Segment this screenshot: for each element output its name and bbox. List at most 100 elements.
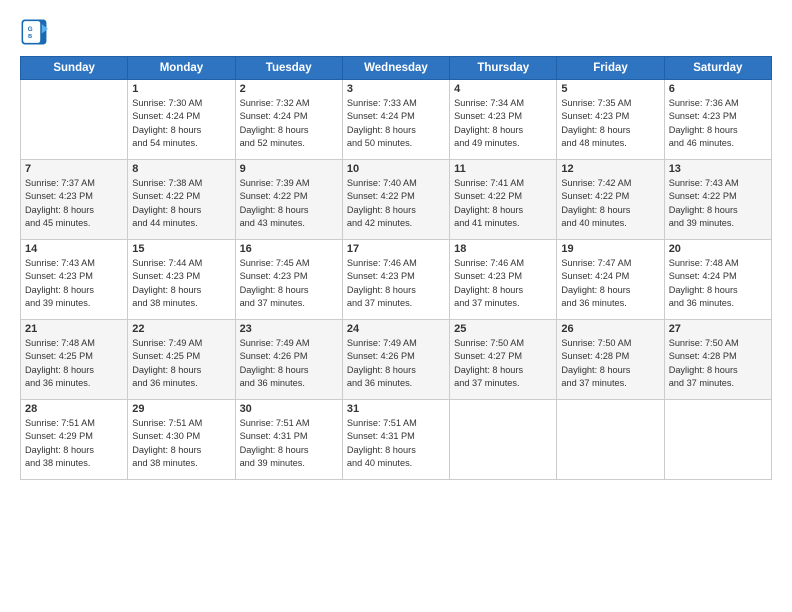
- calendar-cell: 2 Sunrise: 7:32 AMSunset: 4:24 PMDaylight…: [235, 80, 342, 160]
- day-number: 18: [454, 243, 552, 255]
- day-info: Sunrise: 7:35 AMSunset: 4:23 PMDaylight:…: [561, 97, 659, 150]
- day-number: 22: [132, 323, 230, 335]
- day-info: Sunrise: 7:32 AMSunset: 4:24 PMDaylight:…: [240, 97, 338, 150]
- calendar-cell: 19Sunrise: 7:47 AMSunset: 4:24 PMDayligh…: [557, 240, 664, 320]
- calendar-cell: 22 Sunrise: 7:49 AMSunset: 4:25 PMDayligh…: [128, 320, 235, 400]
- header-day: Saturday: [664, 57, 771, 80]
- day-number: 2: [240, 83, 338, 95]
- day-info: Sunrise: 7:51 AMSunset: 4:31 PMDaylight:…: [240, 417, 338, 470]
- day-number: 1: [132, 83, 230, 95]
- page: G B SundayMondayTuesdayWednesdayThursday…: [0, 0, 792, 612]
- day-info: Sunrise: 7:33 AMSunset: 4:24 PMDaylight:…: [347, 97, 445, 150]
- calendar-body: 1 Sunrise: 7:30 AMSunset: 4:24 PMDaylight…: [21, 80, 772, 480]
- calendar-cell: [450, 400, 557, 480]
- calendar-cell: [664, 400, 771, 480]
- day-number: 14: [25, 243, 123, 255]
- calendar-cell: 11Sunrise: 7:41 AMSunset: 4:22 PMDayligh…: [450, 160, 557, 240]
- calendar-cell: 1 Sunrise: 7:30 AMSunset: 4:24 PMDaylight…: [128, 80, 235, 160]
- logo: G B: [20, 18, 52, 46]
- calendar-cell: 4Sunrise: 7:34 AMSunset: 4:23 PMDaylight…: [450, 80, 557, 160]
- calendar-cell: 10Sunrise: 7:40 AMSunset: 4:22 PMDayligh…: [342, 160, 449, 240]
- day-number: 28: [25, 403, 123, 415]
- day-info: Sunrise: 7:41 AMSunset: 4:22 PMDaylight:…: [454, 177, 552, 230]
- day-info: Sunrise: 7:37 AMSunset: 4:23 PMDaylight:…: [25, 177, 123, 230]
- calendar-week: 21Sunrise: 7:48 AMSunset: 4:25 PMDayligh…: [21, 320, 772, 400]
- day-info: Sunrise: 7:38 AMSunset: 4:22 PMDaylight:…: [132, 177, 230, 230]
- calendar-week: 7 Sunrise: 7:37 AMSunset: 4:23 PMDaylight…: [21, 160, 772, 240]
- calendar-cell: 21Sunrise: 7:48 AMSunset: 4:25 PMDayligh…: [21, 320, 128, 400]
- day-info: Sunrise: 7:42 AMSunset: 4:22 PMDaylight:…: [561, 177, 659, 230]
- day-number: 21: [25, 323, 123, 335]
- day-info: Sunrise: 7:49 AMSunset: 4:26 PMDaylight:…: [240, 337, 338, 390]
- calendar-cell: 15 Sunrise: 7:44 AMSunset: 4:23 PMDayligh…: [128, 240, 235, 320]
- calendar-week: 14Sunrise: 7:43 AMSunset: 4:23 PMDayligh…: [21, 240, 772, 320]
- header-day: Thursday: [450, 57, 557, 80]
- header: G B: [20, 18, 772, 46]
- header-row: SundayMondayTuesdayWednesdayThursdayFrid…: [21, 57, 772, 80]
- calendar-cell: 9 Sunrise: 7:39 AMSunset: 4:22 PMDaylight…: [235, 160, 342, 240]
- day-number: 8: [132, 163, 230, 175]
- calendar-cell: 7 Sunrise: 7:37 AMSunset: 4:23 PMDaylight…: [21, 160, 128, 240]
- day-number: 26: [561, 323, 659, 335]
- day-info: Sunrise: 7:34 AMSunset: 4:23 PMDaylight:…: [454, 97, 552, 150]
- header-day: Monday: [128, 57, 235, 80]
- calendar-table: SundayMondayTuesdayWednesdayThursdayFrid…: [20, 56, 772, 480]
- calendar-cell: 27 Sunrise: 7:50 AMSunset: 4:28 PMDayligh…: [664, 320, 771, 400]
- header-day: Wednesday: [342, 57, 449, 80]
- day-info: Sunrise: 7:50 AMSunset: 4:28 PMDaylight:…: [669, 337, 767, 390]
- svg-text:G: G: [28, 26, 33, 33]
- day-number: 13: [669, 163, 767, 175]
- calendar-cell: [21, 80, 128, 160]
- calendar-cell: 16 Sunrise: 7:45 AMSunset: 4:23 PMDayligh…: [235, 240, 342, 320]
- calendar-cell: 18 Sunrise: 7:46 AMSunset: 4:23 PMDayligh…: [450, 240, 557, 320]
- day-info: Sunrise: 7:45 AMSunset: 4:23 PMDaylight:…: [240, 257, 338, 310]
- day-info: Sunrise: 7:43 AMSunset: 4:22 PMDaylight:…: [669, 177, 767, 230]
- day-number: 25: [454, 323, 552, 335]
- day-info: Sunrise: 7:46 AMSunset: 4:23 PMDaylight:…: [454, 257, 552, 310]
- day-number: 16: [240, 243, 338, 255]
- calendar-cell: 28 Sunrise: 7:51 AMSunset: 4:29 PMDayligh…: [21, 400, 128, 480]
- day-info: Sunrise: 7:51 AMSunset: 4:29 PMDaylight:…: [25, 417, 123, 470]
- calendar-cell: 14Sunrise: 7:43 AMSunset: 4:23 PMDayligh…: [21, 240, 128, 320]
- day-info: Sunrise: 7:49 AMSunset: 4:25 PMDaylight:…: [132, 337, 230, 390]
- day-info: Sunrise: 7:48 AMSunset: 4:24 PMDaylight:…: [669, 257, 767, 310]
- day-number: 10: [347, 163, 445, 175]
- day-info: Sunrise: 7:36 AMSunset: 4:23 PMDaylight:…: [669, 97, 767, 150]
- calendar-cell: 31Sunrise: 7:51 AMSunset: 4:31 PMDayligh…: [342, 400, 449, 480]
- calendar-cell: 13 Sunrise: 7:43 AMSunset: 4:22 PMDayligh…: [664, 160, 771, 240]
- day-number: 9: [240, 163, 338, 175]
- calendar-cell: 3 Sunrise: 7:33 AMSunset: 4:24 PMDaylight…: [342, 80, 449, 160]
- calendar-week: 1 Sunrise: 7:30 AMSunset: 4:24 PMDaylight…: [21, 80, 772, 160]
- day-info: Sunrise: 7:39 AMSunset: 4:22 PMDaylight:…: [240, 177, 338, 230]
- header-day: Friday: [557, 57, 664, 80]
- calendar-cell: 26Sunrise: 7:50 AMSunset: 4:28 PMDayligh…: [557, 320, 664, 400]
- day-number: 23: [240, 323, 338, 335]
- day-number: 5: [561, 83, 659, 95]
- day-number: 20: [669, 243, 767, 255]
- svg-text:B: B: [28, 34, 32, 40]
- day-number: 3: [347, 83, 445, 95]
- calendar-cell: 29 Sunrise: 7:51 AMSunset: 4:30 PMDayligh…: [128, 400, 235, 480]
- day-number: 27: [669, 323, 767, 335]
- calendar-cell: 23 Sunrise: 7:49 AMSunset: 4:26 PMDayligh…: [235, 320, 342, 400]
- day-info: Sunrise: 7:51 AMSunset: 4:30 PMDaylight:…: [132, 417, 230, 470]
- day-number: 6: [669, 83, 767, 95]
- calendar-cell: 12 Sunrise: 7:42 AMSunset: 4:22 PMDayligh…: [557, 160, 664, 240]
- day-info: Sunrise: 7:46 AMSunset: 4:23 PMDaylight:…: [347, 257, 445, 310]
- day-info: Sunrise: 7:44 AMSunset: 4:23 PMDaylight:…: [132, 257, 230, 310]
- day-number: 24: [347, 323, 445, 335]
- day-info: Sunrise: 7:47 AMSunset: 4:24 PMDaylight:…: [561, 257, 659, 310]
- day-number: 7: [25, 163, 123, 175]
- calendar-week: 28 Sunrise: 7:51 AMSunset: 4:29 PMDayligh…: [21, 400, 772, 480]
- day-number: 31: [347, 403, 445, 415]
- day-number: 17: [347, 243, 445, 255]
- day-info: Sunrise: 7:30 AMSunset: 4:24 PMDaylight:…: [132, 97, 230, 150]
- header-day: Sunday: [21, 57, 128, 80]
- calendar-cell: 6 Sunrise: 7:36 AMSunset: 4:23 PMDaylight…: [664, 80, 771, 160]
- day-number: 29: [132, 403, 230, 415]
- logo-icon: G B: [20, 18, 48, 46]
- day-info: Sunrise: 7:50 AMSunset: 4:27 PMDaylight:…: [454, 337, 552, 390]
- day-number: 15: [132, 243, 230, 255]
- day-number: 12: [561, 163, 659, 175]
- calendar-cell: 17 Sunrise: 7:46 AMSunset: 4:23 PMDayligh…: [342, 240, 449, 320]
